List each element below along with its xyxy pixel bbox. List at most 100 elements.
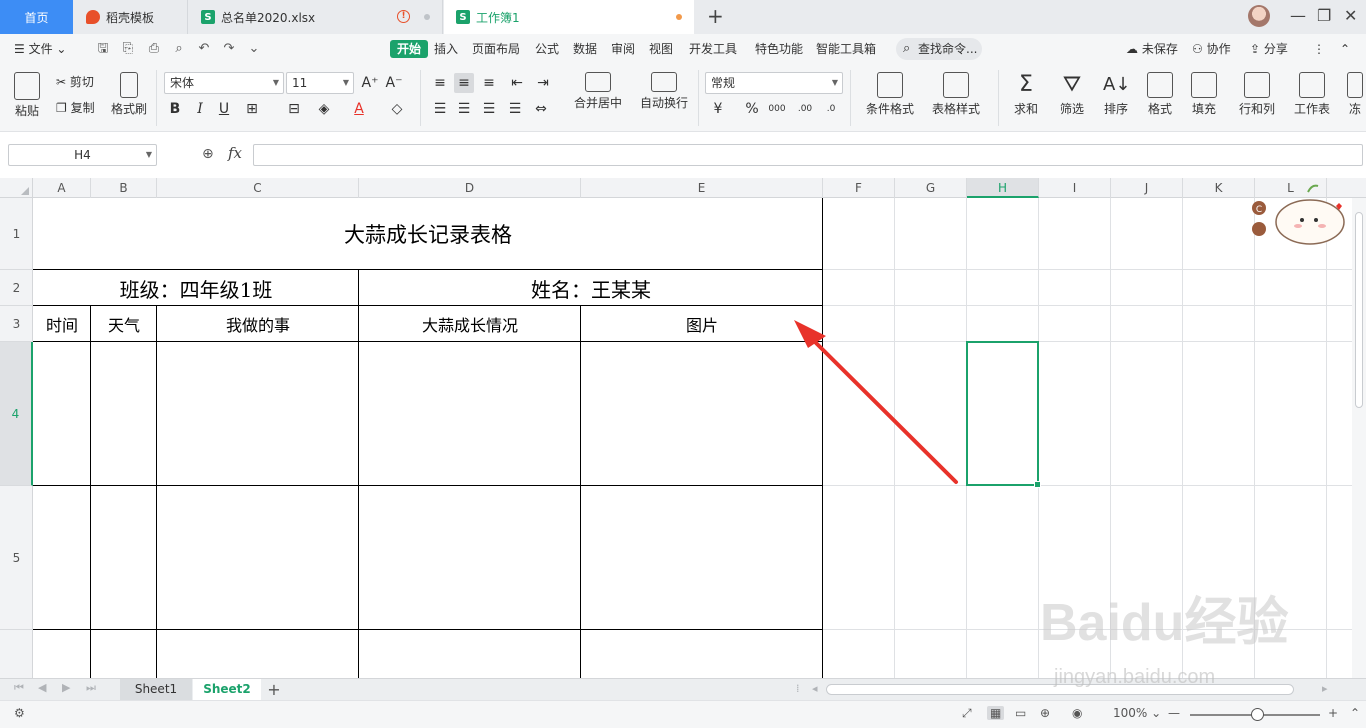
- fill-button[interactable]: 填充: [1186, 72, 1222, 117]
- restore-icon[interactable]: ❐: [1317, 6, 1331, 25]
- worksheet-button[interactable]: 工作表: [1288, 72, 1336, 117]
- zoom-out-icon[interactable]: —: [1168, 706, 1180, 720]
- sort-button[interactable]: A↓ 排序: [1098, 72, 1134, 117]
- new-tab-plus-icon[interactable]: +: [707, 6, 724, 26]
- sum-button[interactable]: Σ 求和: [1008, 72, 1044, 117]
- increase-decimal-icon[interactable]: .00: [795, 99, 815, 119]
- close-icon[interactable]: ✕: [1344, 6, 1357, 25]
- tab-file-zongmingdan[interactable]: S 总名单2020.xlsx !: [189, 0, 443, 34]
- menu-tab-review[interactable]: 审阅: [611, 40, 635, 58]
- unsaved-button[interactable]: ☁ 未保存: [1126, 40, 1178, 58]
- tab-workbook1[interactable]: S 工作簿1: [444, 0, 694, 34]
- cut-button[interactable]: ✂ 剪切: [56, 72, 94, 92]
- horizontal-scroll-thumb[interactable]: [826, 684, 1294, 695]
- align-right-icon[interactable]: ☰: [479, 99, 499, 119]
- merge-center-button[interactable]: 合并居中: [566, 72, 630, 111]
- redo-icon[interactable]: ↷: [221, 41, 237, 57]
- macro-record-icon[interactable]: ⚙: [14, 706, 25, 720]
- tab-close-dot-icon[interactable]: [424, 14, 430, 20]
- font-name-select[interactable]: 宋体 ▼: [164, 72, 284, 94]
- underline-icon[interactable]: U: [214, 99, 234, 119]
- tab-daoke-template[interactable]: 稻壳模板: [74, 0, 188, 34]
- magnifier-icon[interactable]: ⊕: [202, 146, 214, 162]
- distributed-align-icon[interactable]: ⇔: [531, 99, 551, 119]
- menu-tab-insert[interactable]: 插入: [434, 40, 458, 58]
- thousands-separator-icon[interactable]: 000: [767, 99, 787, 119]
- collapse-ribbon-icon[interactable]: ⌃: [1340, 40, 1350, 58]
- more-options-icon[interactable]: ⋮: [1313, 40, 1325, 58]
- command-search[interactable]: ⌕ 查找命令...: [896, 38, 982, 60]
- spreadsheet-grid[interactable]: A B C D E F G H I J K L 1 2 3 4 5 大蒜成长记录…: [0, 178, 1366, 678]
- increase-font-icon[interactable]: A⁺: [360, 73, 380, 93]
- align-bottom-icon[interactable]: ≡: [479, 73, 499, 93]
- menu-tab-view[interactable]: 视图: [649, 40, 673, 58]
- paste-button[interactable]: 粘贴: [10, 72, 44, 119]
- menu-tab-formula[interactable]: 公式: [535, 40, 559, 58]
- collapse-status-icon[interactable]: ⌃: [1350, 706, 1360, 720]
- print-preview-icon[interactable]: ⌕: [171, 41, 187, 57]
- fullscreen-icon[interactable]: ⤢: [962, 706, 972, 721]
- conditional-format-button[interactable]: 条件格式: [858, 72, 922, 117]
- number-format-select[interactable]: 常规 ▼: [705, 72, 843, 94]
- align-center-icon[interactable]: ☰: [454, 99, 474, 119]
- function-icon[interactable]: fx: [228, 144, 242, 162]
- prev-sheet-icon[interactable]: ◀: [38, 681, 46, 694]
- undo-icon[interactable]: ↶: [196, 41, 212, 57]
- scroll-left-icon[interactable]: ◂: [812, 682, 818, 695]
- filter-button[interactable]: ⛛ 筛选: [1054, 72, 1090, 117]
- align-left-icon[interactable]: ☰: [430, 99, 450, 119]
- auto-wrap-button[interactable]: 自动换行: [636, 72, 692, 111]
- horizontal-scrollbar[interactable]: ◂ ▸: [812, 682, 1336, 696]
- menu-tab-data[interactable]: 数据: [573, 40, 597, 58]
- next-sheet-icon[interactable]: ▶: [62, 681, 70, 694]
- fill-color-icon[interactable]: ◈: [314, 99, 334, 119]
- menu-tab-features[interactable]: 特色功能: [755, 40, 803, 58]
- italic-icon[interactable]: I: [190, 99, 210, 119]
- formula-input[interactable]: [253, 144, 1363, 166]
- font-color-icon[interactable]: A: [349, 99, 369, 119]
- menu-tab-start[interactable]: 开始: [390, 40, 429, 58]
- share-button[interactable]: ⇪ 分享: [1250, 40, 1288, 58]
- name-box[interactable]: H4 ▼: [8, 144, 157, 166]
- sheet-tab-sheet2[interactable]: Sheet2: [193, 679, 261, 700]
- scroll-split-handle[interactable]: ⁞: [796, 682, 800, 695]
- add-sheet-plus-icon[interactable]: +: [264, 679, 284, 700]
- minimize-icon[interactable]: —: [1290, 6, 1306, 25]
- copy-button[interactable]: ❐ 复制: [56, 98, 95, 118]
- font-size-select[interactable]: 11 ▼: [286, 72, 354, 94]
- align-middle-icon[interactable]: ≡: [454, 73, 474, 93]
- zoom-in-icon[interactable]: +: [1328, 706, 1338, 720]
- freeze-button[interactable]: 冻: [1345, 72, 1365, 117]
- increase-indent-icon[interactable]: ⇥: [533, 73, 553, 93]
- user-avatar[interactable]: [1248, 5, 1270, 27]
- file-menu[interactable]: ☰ 文件 ⌄: [14, 40, 66, 58]
- border-icon[interactable]: ⊞: [242, 99, 262, 119]
- vertical-scroll-thumb[interactable]: [1355, 212, 1363, 408]
- row-column-button[interactable]: 行和列: [1232, 72, 1282, 117]
- page-break-view-icon[interactable]: ⊕: [1040, 706, 1050, 720]
- zoom-level-select[interactable]: 100% ⌄: [1113, 706, 1161, 720]
- sheet-tab-sheet1[interactable]: Sheet1: [120, 679, 192, 700]
- tab-home[interactable]: 首页: [0, 0, 73, 34]
- table-style-button[interactable]: 表格样式: [926, 72, 986, 117]
- justify-icon[interactable]: ☰: [505, 99, 525, 119]
- first-sheet-icon[interactable]: ⏮: [14, 681, 24, 695]
- align-top-icon[interactable]: ≡: [430, 73, 450, 93]
- normal-view-icon[interactable]: ▦: [987, 706, 1005, 720]
- clear-format-icon[interactable]: ◇: [387, 99, 407, 119]
- menu-tab-page-layout[interactable]: 页面布局: [472, 40, 520, 58]
- zoom-slider-knob[interactable]: [1251, 708, 1264, 721]
- export-pdf-icon[interactable]: ⎘: [120, 41, 136, 57]
- print-icon[interactable]: ⎙: [146, 41, 162, 57]
- scroll-right-icon[interactable]: ▸: [1322, 682, 1328, 695]
- format-painter-button[interactable]: 格式刷: [110, 72, 148, 117]
- eye-protection-icon[interactable]: ◉: [1072, 706, 1082, 720]
- currency-icon[interactable]: ¥: [708, 99, 728, 119]
- page-layout-view-icon[interactable]: ▭: [1015, 706, 1026, 720]
- cell-style-icon[interactable]: ⊟: [284, 99, 304, 119]
- quick-access-dropdown-icon[interactable]: ⌄: [246, 41, 262, 57]
- vertical-scrollbar[interactable]: [1352, 198, 1366, 678]
- bold-icon[interactable]: B: [165, 99, 185, 119]
- save-icon[interactable]: 🖫: [95, 41, 111, 57]
- percent-icon[interactable]: %: [742, 99, 762, 119]
